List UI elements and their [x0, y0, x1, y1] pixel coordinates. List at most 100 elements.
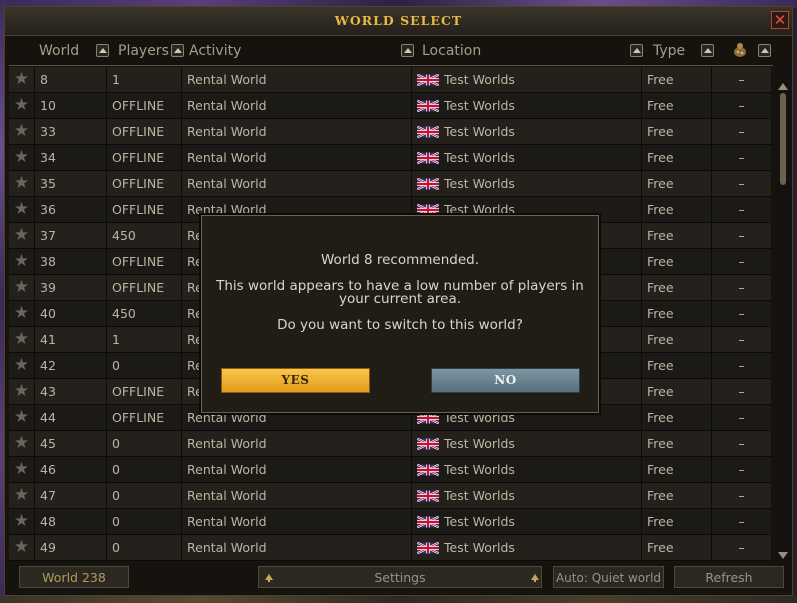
table-row[interactable]: ★ 34 OFFLINE Rental World Test Worlds Free – [9, 145, 771, 171]
no-button[interactable]: NO [431, 368, 580, 393]
star-icon[interactable]: ★ [9, 93, 35, 118]
player-count: 0 [107, 509, 182, 534]
star-icon[interactable]: ★ [9, 301, 35, 326]
table-row[interactable]: ★ 8 1 Rental World Test Worlds Free – [9, 67, 771, 93]
settings-button[interactable]: Settings [258, 566, 542, 588]
world-number: 35 [35, 171, 107, 196]
members-cell: – [738, 410, 745, 425]
members-icon[interactable] [732, 42, 748, 58]
column-header-players[interactable]: Players [118, 43, 169, 59]
location-label: Test Worlds [444, 436, 515, 451]
uk-flag-icon [417, 126, 439, 138]
star-icon[interactable]: ★ [9, 145, 35, 170]
scrollbar[interactable] [775, 67, 791, 561]
player-count: OFFLINE [107, 119, 182, 144]
type-cell: Free [642, 483, 712, 508]
column-header-activity[interactable]: Activity [189, 43, 241, 59]
uk-flag-icon [417, 74, 439, 86]
activity-cell: Rental World [182, 67, 412, 92]
members-cell: – [738, 150, 745, 165]
world-number: 33 [35, 119, 107, 144]
star-icon[interactable]: ★ [9, 275, 35, 300]
star-icon[interactable]: ★ [9, 431, 35, 456]
sort-players-icon[interactable] [171, 44, 184, 57]
current-world-button[interactable]: World 238 [19, 566, 129, 588]
title-bar[interactable]: WORLD SELECT ✕ [5, 7, 792, 36]
star-icon[interactable]: ★ [9, 67, 35, 92]
settings-label: Settings [374, 570, 426, 585]
sort-members-icon[interactable] [758, 44, 771, 57]
star-icon[interactable]: ★ [9, 535, 35, 560]
world-number: 38 [35, 249, 107, 274]
scrollbar-thumb[interactable] [780, 93, 786, 185]
table-row[interactable]: ★ 49 0 Rental World Test Worlds Free – [9, 535, 771, 561]
location-label: Test Worlds [444, 462, 515, 477]
sort-activity-icon[interactable] [401, 44, 414, 57]
dialog-message-line: your current area. [338, 291, 462, 307]
column-header-location[interactable]: Location [422, 43, 481, 59]
star-icon[interactable]: ★ [9, 119, 35, 144]
location-label: Test Worlds [444, 72, 515, 87]
world-number: 40 [35, 301, 107, 326]
location-cell: Test Worlds [412, 457, 642, 482]
type-cell: Free [642, 379, 712, 404]
refresh-button[interactable]: Refresh [674, 566, 784, 588]
star-icon[interactable]: ★ [9, 327, 35, 352]
table-row[interactable]: ★ 46 0 Rental World Test Worlds Free – [9, 457, 771, 483]
type-cell: Free [642, 431, 712, 456]
star-icon[interactable]: ★ [9, 197, 35, 222]
world-number: 10 [35, 93, 107, 118]
activity-cell: Rental World [182, 509, 412, 534]
type-cell: Free [642, 145, 712, 170]
type-cell: Free [642, 249, 712, 274]
star-icon[interactable]: ★ [9, 509, 35, 534]
uk-flag-icon [417, 412, 439, 424]
close-button[interactable]: ✕ [771, 11, 789, 29]
world-number: 44 [35, 405, 107, 430]
star-icon[interactable]: ★ [9, 457, 35, 482]
world-number: 42 [35, 353, 107, 378]
table-row[interactable]: ★ 35 OFFLINE Rental World Test Worlds Free – [9, 171, 771, 197]
column-header-type[interactable]: Type [653, 43, 685, 59]
location-label: Test Worlds [444, 124, 515, 139]
members-cell: – [738, 124, 745, 139]
scroll-up-arrow-icon[interactable] [778, 83, 788, 90]
type-cell: Free [642, 119, 712, 144]
star-icon[interactable]: ★ [9, 405, 35, 430]
sort-type-icon[interactable] [701, 44, 714, 57]
auto-quiet-world-button[interactable]: Auto: Quiet world [553, 566, 664, 588]
members-cell: – [738, 98, 745, 113]
star-icon[interactable]: ★ [9, 483, 35, 508]
type-cell: Free [642, 223, 712, 248]
table-row[interactable]: ★ 45 0 Rental World Test Worlds Free – [9, 431, 771, 457]
dialog-heading: World 8 recommended. [321, 252, 479, 268]
location-label: Test Worlds [444, 488, 515, 503]
star-icon[interactable]: ★ [9, 249, 35, 274]
sort-world-icon[interactable] [96, 44, 109, 57]
members-cell: – [738, 488, 745, 503]
yes-button[interactable]: YES [221, 368, 370, 393]
player-count: OFFLINE [107, 197, 182, 222]
table-row[interactable]: ★ 10 OFFLINE Rental World Test Worlds Free – [9, 93, 771, 119]
location-cell: Test Worlds [412, 171, 642, 196]
type-cell: Free [642, 197, 712, 222]
members-cell: – [738, 176, 745, 191]
star-icon[interactable]: ★ [9, 379, 35, 404]
members-cell: – [738, 384, 745, 399]
table-row[interactable]: ★ 48 0 Rental World Test Worlds Free – [9, 509, 771, 535]
star-icon[interactable]: ★ [9, 171, 35, 196]
table-row[interactable]: ★ 47 0 Rental World Test Worlds Free – [9, 483, 771, 509]
members-cell: – [738, 540, 745, 555]
activity-cell: Rental World [182, 145, 412, 170]
activity-cell: Rental World [182, 483, 412, 508]
table-row[interactable]: ★ 33 OFFLINE Rental World Test Worlds Free – [9, 119, 771, 145]
sort-location-icon[interactable] [630, 44, 643, 57]
player-count: 0 [107, 535, 182, 560]
player-count: OFFLINE [107, 145, 182, 170]
location-cell: Test Worlds [412, 509, 642, 534]
star-icon[interactable]: ★ [9, 223, 35, 248]
star-icon[interactable]: ★ [9, 353, 35, 378]
column-header-world[interactable]: World [39, 43, 79, 59]
members-cell: – [738, 254, 745, 269]
scroll-down-arrow-icon[interactable] [778, 552, 788, 559]
